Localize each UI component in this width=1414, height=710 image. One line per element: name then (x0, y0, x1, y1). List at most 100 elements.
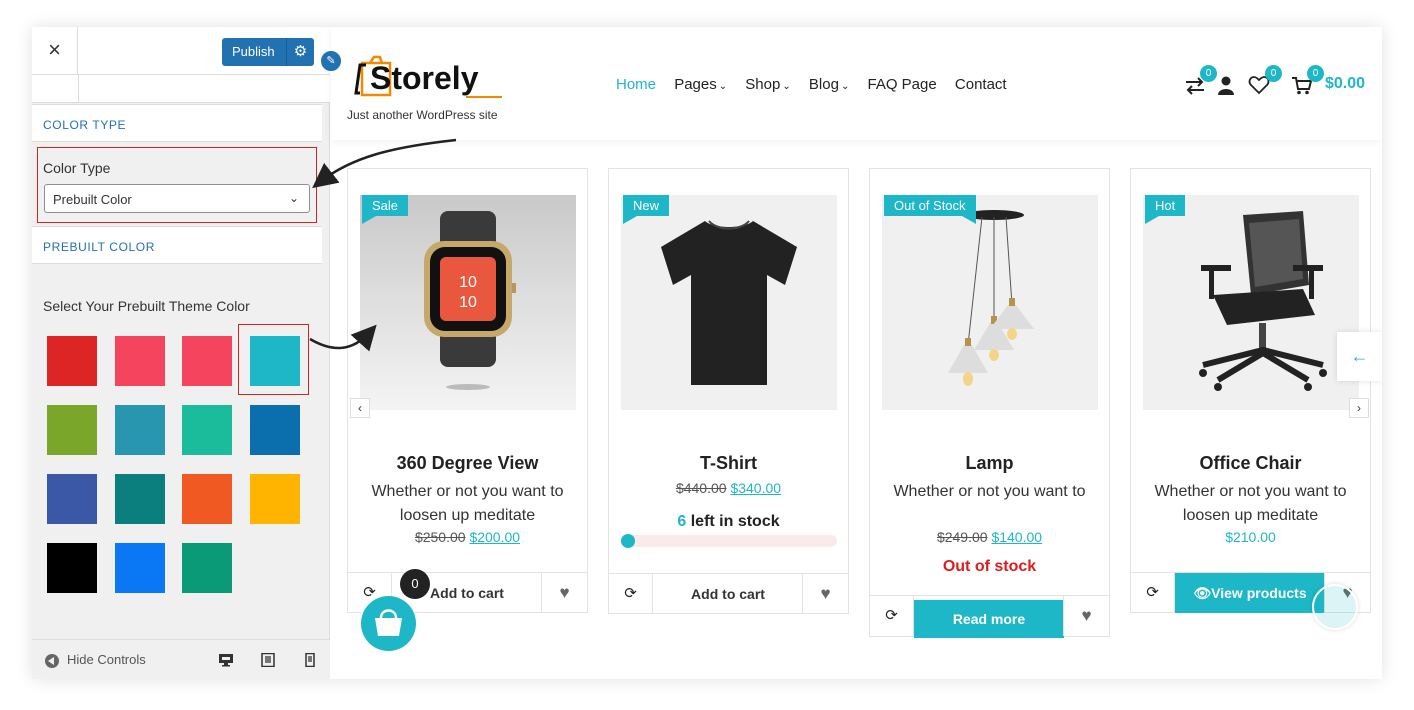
next-arrow-button[interactable]: › (1349, 398, 1369, 418)
stock-text: left in stock (690, 513, 780, 530)
product-name[interactable]: 360 Degree View (348, 453, 587, 474)
nav-blog-label: Blog (808, 76, 839, 93)
nav-contact[interactable]: Contact (955, 76, 1007, 93)
color-swatch[interactable] (182, 543, 232, 593)
sale-price: $340.00 (730, 480, 782, 496)
color-swatch[interactable] (115, 336, 165, 386)
product-card: Hot › Office Chair Whether or not you wa… (1130, 168, 1371, 613)
color-type-select[interactable]: Prebuilt Color ⌄ (44, 184, 310, 213)
old-price: $440.00 (675, 480, 727, 496)
old-price: $250.00 (414, 529, 466, 545)
color-swatch[interactable] (115, 405, 165, 455)
view-products-button[interactable]: 👁View products (1175, 573, 1325, 613)
nav-home[interactable]: Home (616, 76, 656, 93)
add-to-cart-button[interactable]: Add to cart (653, 574, 803, 614)
prev-arrow-button[interactable]: ‹ (350, 398, 370, 418)
close-icon[interactable]: × (32, 27, 78, 75)
scroll-to-top-button[interactable] (1312, 584, 1358, 630)
hide-controls-label: Hide Controls (67, 652, 146, 667)
color-swatch[interactable] (182, 474, 232, 524)
product-card: New T-Shirt $440.00 $340.00 6 left in st… (608, 168, 849, 614)
nav-shop[interactable]: Shop ⌄ (745, 76, 790, 93)
nav-pages[interactable]: Pages ⌄ (674, 76, 727, 93)
product-description: Whether or not you want to loosen up med… (1154, 483, 1347, 524)
publish-label: Publish (232, 44, 275, 59)
color-type-label: Color Type (43, 160, 111, 176)
product-image-watch[interactable]: 10 10 (360, 195, 576, 410)
color-swatch[interactable] (115, 543, 165, 593)
color-swatch[interactable] (47, 405, 97, 455)
customizer-footer: Hide Controls (32, 639, 330, 679)
color-swatch[interactable] (115, 474, 165, 524)
highlight-box-selected-swatch (238, 324, 309, 395)
compare-count-badge: 0 (1200, 65, 1217, 82)
edit-pencil-icon[interactable]: ✎ (319, 49, 343, 73)
product-price: $250.00 $200.00 (348, 529, 587, 545)
section-prebuilt-color[interactable]: PREBUILT COLOR (32, 226, 322, 264)
floating-cart-button[interactable] (361, 596, 416, 651)
chevron-down-icon: ⌄ (782, 81, 791, 92)
nav-shop-label: Shop (745, 76, 781, 93)
color-type-value: Prebuilt Color (53, 192, 132, 207)
compare-icon[interactable]: ⟳ (609, 574, 653, 614)
tablet-preview-icon[interactable] (260, 653, 276, 667)
site-header: ✎ Storely Just another WordPress site Ho… (319, 27, 1382, 140)
color-swatch[interactable] (250, 474, 300, 524)
gear-icon[interactable]: ⚙ (286, 38, 314, 66)
product-tag: New (623, 195, 670, 224)
cart-count-badge: 0 (1307, 65, 1324, 82)
wishlist-heart-icon[interactable]: ♥ (541, 573, 587, 613)
chevron-down-icon: ⌄ (840, 81, 850, 92)
side-arrow-tab[interactable]: ← (1337, 332, 1382, 381)
product-image-tshirt[interactable] (621, 195, 837, 410)
card-actions: ⟳ Read more ♥ (870, 595, 1109, 638)
compare-icon[interactable]: ⟳ (870, 596, 914, 636)
product-image-office-chair[interactable] (1143, 195, 1359, 410)
hide-controls-button[interactable]: Hide Controls (45, 652, 146, 668)
publish-button[interactable]: Publish ⚙ (222, 38, 314, 66)
card-actions: ⟳ Add to cart ♥ (609, 573, 848, 614)
product-name[interactable]: T-Shirt (609, 453, 848, 474)
site-preview: ✎ Storely Just another WordPress site Ho… (319, 27, 1382, 679)
nav-faq[interactable]: FAQ Page (868, 76, 937, 93)
user-icon[interactable] (1217, 76, 1235, 95)
product-description: Whether or not you want to (893, 483, 1086, 500)
color-swatch[interactable] (47, 543, 97, 593)
customizer-header: × Publish ⚙ (32, 27, 330, 75)
color-swatch[interactable] (182, 336, 232, 386)
product-name[interactable]: Office Chair (1131, 453, 1370, 474)
nav-blog[interactable]: Blog ⌄ (809, 76, 849, 93)
svg-text:10: 10 (459, 294, 477, 311)
product-price: $249.00 $140.00 (870, 529, 1109, 545)
section-color-type[interactable]: COLOR TYPE (32, 104, 322, 142)
desktop-preview-icon[interactable] (218, 653, 234, 667)
compare-icon[interactable]: ⟳ (1131, 573, 1175, 613)
stock-info: 6 left in stock (609, 513, 848, 531)
color-swatch[interactable] (182, 405, 232, 455)
product-tag: Out of Stock (884, 195, 976, 224)
product-price: $210.00 (1225, 529, 1276, 545)
sale-price: $140.00 (991, 529, 1043, 545)
svg-text:Storely: Storely (370, 60, 479, 96)
swatch-title: Select Your Prebuilt Theme Color (43, 298, 250, 314)
wishlist-count-badge: 0 (1265, 65, 1282, 82)
site-tagline: Just another WordPress site (347, 108, 498, 122)
screenshot-frame: × Publish ⚙ COLOR TYPE Color Type Prebui… (32, 27, 1382, 679)
view-products-label: View products (1211, 585, 1307, 601)
color-swatch[interactable] (250, 405, 300, 455)
product-name[interactable]: Lamp (870, 453, 1109, 474)
wishlist-heart-icon[interactable]: ♥ (802, 574, 848, 614)
svg-text:10: 10 (459, 274, 477, 291)
color-swatch[interactable] (47, 474, 97, 524)
product-image-lamp[interactable] (882, 195, 1098, 410)
wishlist-heart-icon[interactable]: ♥ (1063, 596, 1109, 636)
mobile-preview-icon[interactable] (302, 653, 318, 667)
stock-count: 6 (677, 513, 687, 530)
storely-logo[interactable]: Storely (348, 51, 508, 99)
read-more-button[interactable]: Read more (914, 600, 1064, 638)
product-card: Out of Stock Lamp Whether or not you wan… (869, 168, 1110, 638)
main-nav: Home Pages ⌄ Shop ⌄ Blog ⌄ FAQ Page Contact (616, 76, 1021, 93)
customizer-breadcrumb-bar (32, 75, 330, 103)
color-swatch[interactable] (47, 336, 97, 386)
cart-total[interactable]: $0.00 (1325, 75, 1365, 93)
